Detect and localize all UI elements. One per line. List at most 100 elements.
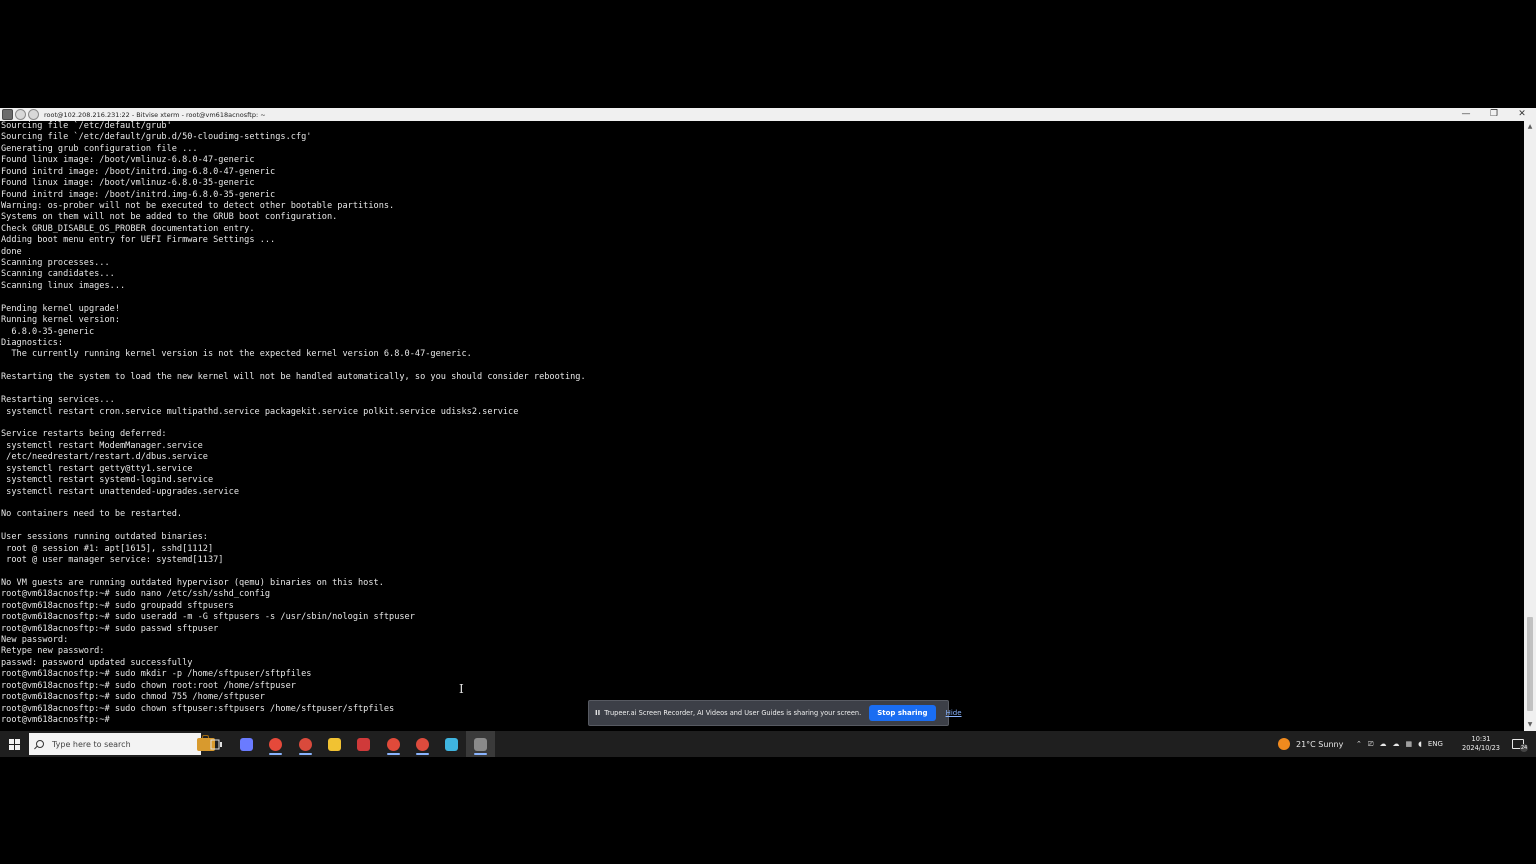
start-button[interactable]	[0, 731, 28, 757]
terminal-line: systemctl restart ModemManager.service	[1, 440, 203, 451]
clock-time: 10:31	[1471, 735, 1491, 743]
terminal-line: Adding boot menu entry for UEFI Firmware…	[1, 235, 276, 246]
sharing-message: Trupeer.ai Screen Recorder, AI Videos an…	[604, 709, 862, 717]
terminal-line: root@vm618acnosftp:~# sudo nano /etc/ssh…	[1, 589, 271, 600]
text-cursor-icon: I	[459, 682, 464, 696]
taskbar-app-button[interactable]	[349, 731, 378, 757]
file-explorer-icon	[327, 737, 341, 751]
terminal-line: Check GRUB_DISABLE_OS_PROBER documentati…	[1, 223, 255, 234]
hide-link[interactable]: Hide	[946, 709, 962, 717]
sftp-icon[interactable]	[28, 109, 39, 120]
terminal-line: root@vm618acnosftp:~#	[1, 714, 115, 725]
taskbar-app-button[interactable]	[291, 731, 320, 757]
language-indicator[interactable]: ENG	[1428, 740, 1443, 748]
terminal-line: root@vm618acnosftp:~# sudo useradd -m -G…	[1, 612, 415, 623]
terminal-line: Retype new password:	[1, 646, 105, 657]
app-red-icon	[357, 737, 371, 751]
terminal-line: Warning: os-prober will not be executed …	[1, 200, 395, 211]
taskbar-app-button[interactable]	[320, 731, 349, 757]
terminal-line: Diagnostics:	[1, 338, 64, 349]
window-title: root@102.208.216.231:22 - Bitvise xterm …	[44, 110, 266, 119]
pause-icon[interactable]: II	[595, 709, 600, 717]
weather-widget[interactable]: 21°C Sunny	[1278, 731, 1343, 757]
terminal-line: passwd: password updated successfully	[1, 657, 193, 668]
terminal-line: No containers need to be restarted.	[1, 509, 183, 520]
terminal-line: Found linux image: /boot/vmlinuz-6.8.0-3…	[1, 178, 255, 189]
terminal-line: root@vm618acnosftp:~# sudo chown sftpuse…	[1, 703, 395, 714]
volume-icon[interactable]: ◖	[1418, 740, 1422, 748]
terminal-line: Running kernel version:	[1, 315, 120, 326]
terminal-line: systemctl restart systemd-logind.service	[1, 475, 214, 486]
chrome-icon-3	[386, 737, 400, 751]
taskbar-app-button[interactable]	[437, 731, 466, 757]
terminal-line: systemctl restart getty@tty1.service	[1, 463, 193, 474]
close-button[interactable]: ✕	[1508, 108, 1536, 121]
taskbar: Type here to search 21°C Sunny ⌃ ⎚ ☁ ☁ ▦…	[0, 731, 1536, 757]
terminal-line: /etc/needrestart/restart.d/dbus.service	[1, 452, 208, 463]
terminal-line: No VM guests are running outdated hyperv…	[1, 577, 384, 588]
running-indicator	[269, 753, 283, 755]
settings-icon[interactable]	[15, 109, 26, 120]
clock[interactable]: 10:31 2024/10/23	[1462, 731, 1500, 757]
task-view-button[interactable]	[203, 731, 229, 757]
terminal-line: root@vm618acnosftp:~# sudo passwd sftpus…	[1, 623, 219, 634]
taskbar-search[interactable]: Type here to search	[29, 733, 215, 755]
stop-sharing-button[interactable]: Stop sharing	[869, 705, 936, 721]
scroll-down-arrow-icon[interactable]: ▼	[1524, 719, 1536, 731]
network-icon[interactable]: ▦	[1405, 740, 1412, 748]
maximize-button[interactable]: ❐	[1480, 108, 1508, 121]
terminal-line: The currently running kernel version is …	[1, 349, 472, 360]
terminal-line: Scanning processes...	[1, 258, 110, 269]
onedrive-icon[interactable]: ☁	[1392, 740, 1399, 748]
terminal-text: Sourcing file `/etc/default/grub' Sourci…	[0, 121, 1524, 726]
terminal-line: systemctl restart cron.service multipath…	[1, 406, 519, 417]
terminal-line: Systems on them will not be added to the…	[1, 212, 338, 223]
running-indicator	[298, 753, 312, 755]
usb-icon[interactable]: ⎚	[1368, 740, 1374, 749]
chrome-icon-1	[269, 737, 283, 751]
screen-sharing-bar: II Trupeer.ai Screen Recorder, AI Videos…	[588, 700, 962, 726]
terminal-line: Generating grub configuration file ...	[1, 143, 198, 154]
terminal-output[interactable]: Sourcing file `/etc/default/grub' Sourci…	[0, 121, 1524, 731]
search-icon	[36, 740, 44, 748]
scrollbar-thumb[interactable]	[1527, 617, 1533, 711]
running-indicator	[386, 753, 400, 755]
taskbar-app-button[interactable]	[379, 731, 408, 757]
terminal-line: root @ session #1: apt[1615], sshd[1112]	[1, 543, 214, 554]
running-indicator	[474, 753, 488, 755]
notification-center[interactable]: 24	[1512, 731, 1528, 757]
terminal-line: Scanning candidates...	[1, 269, 115, 280]
terminal-line: root@vm618acnosftp:~# sudo chown root:ro…	[1, 680, 296, 691]
bitvise-app-icon[interactable]	[2, 109, 13, 120]
task-view-icon	[210, 739, 222, 749]
running-indicator	[415, 753, 429, 755]
clock-date: 2024/10/23	[1462, 744, 1501, 752]
scroll-up-arrow-icon[interactable]: ▲	[1524, 121, 1536, 133]
chevron-up-icon[interactable]: ⌃	[1356, 740, 1362, 748]
terminal-line: done	[1, 246, 22, 257]
terminal-line: Restarting the system to load the new ke…	[1, 372, 586, 383]
terminal-line: root@vm618acnosftp:~# sudo groupadd sftp…	[1, 600, 234, 611]
taskbar-app-button[interactable]	[466, 731, 496, 757]
terminal-line: Found initrd image: /boot/initrd.img-6.8…	[1, 189, 276, 200]
system-tray[interactable]: ⌃ ⎚ ☁ ☁ ▦ ◖ ENG	[1356, 731, 1447, 757]
chrome-icon-2	[298, 737, 312, 751]
taskbar-app-button[interactable]	[408, 731, 437, 757]
search-placeholder: Type here to search	[52, 739, 131, 749]
terminal-line: Restarting services...	[1, 395, 115, 406]
cloud-icon[interactable]: ☁	[1379, 740, 1386, 748]
copilot-icon	[240, 737, 253, 751]
terminal-line: root @ user manager service: systemd[113…	[1, 555, 224, 566]
bitvise-icon	[474, 737, 488, 751]
taskbar-app-button[interactable]	[232, 731, 261, 757]
terminal-line: systemctl restart unattended-upgrades.se…	[1, 486, 239, 497]
terminal-line: Pending kernel upgrade!	[1, 303, 120, 314]
terminal-line: root@vm618acnosftp:~# sudo chmod 755 /ho…	[1, 692, 265, 703]
sync-app-icon	[445, 737, 459, 751]
terminal-scrollbar[interactable]: ▲ ▼	[1524, 121, 1536, 731]
minimize-button[interactable]: —	[1452, 108, 1480, 121]
notification-count: 24	[1520, 744, 1528, 752]
terminal-title-bar[interactable]: root@102.208.216.231:22 - Bitvise xterm …	[0, 108, 1536, 121]
terminal-line: Scanning linux images...	[1, 280, 126, 291]
taskbar-app-button[interactable]	[261, 731, 290, 757]
